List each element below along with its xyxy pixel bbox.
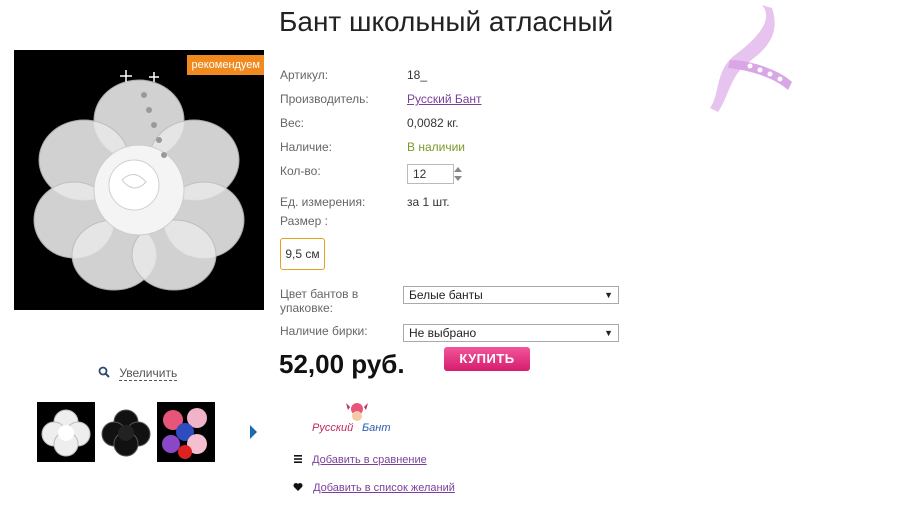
svg-text:Русский: Русский	[312, 422, 353, 434]
thumbnail-white-bow[interactable]	[37, 402, 95, 462]
zoom-link[interactable]: Увеличить	[119, 366, 178, 381]
weight-value: 0,0082 кг.	[407, 116, 459, 130]
compare-row[interactable]: Добавить в сравнение	[293, 454, 427, 466]
unit-value: за 1 шт.	[407, 195, 450, 209]
bow-color-select[interactable]: Белые банты ▼	[403, 286, 619, 304]
zoom-row[interactable]: Увеличить	[98, 366, 178, 381]
decorative-ribbon-image	[710, 5, 792, 112]
add-to-wishlist-link[interactable]: Добавить в список желаний	[313, 482, 455, 494]
stock-label: Наличие:	[280, 140, 333, 154]
russkiy-bant-logo[interactable]: Русский Бант	[310, 400, 400, 440]
maker-label: Производитель:	[280, 92, 369, 106]
quantity-input[interactable]: 12	[407, 164, 454, 184]
svg-text:Бант: Бант	[362, 422, 391, 434]
article-label: Артикул:	[280, 68, 329, 82]
magnifier-icon	[98, 366, 110, 378]
thumbnail-color-bows[interactable]	[157, 402, 215, 462]
add-to-compare-link[interactable]: Добавить в сравнение	[312, 454, 427, 466]
bow-color-label-line2: упаковке:	[280, 301, 333, 315]
tag-selected: Не выбрано	[409, 326, 477, 340]
product-title: Бант школьный атласный	[279, 6, 614, 37]
recommended-badge: рекомендуем	[187, 55, 264, 75]
heart-icon	[293, 483, 303, 491]
list-icon	[294, 455, 302, 463]
maker-link[interactable]: Русский Бант	[407, 92, 482, 106]
arrow-right-icon[interactable]	[250, 425, 257, 439]
wishlist-row[interactable]: Добавить в список желаний	[293, 482, 455, 494]
stock-status: В наличии	[407, 140, 466, 154]
white-bow-flower-image	[33, 70, 245, 291]
bow-color-label: Цвет бантов в упаковке:	[280, 287, 358, 315]
quantity-stepper-icon[interactable]	[453, 164, 463, 184]
article-value: 18_	[407, 68, 428, 82]
quantity-label: Кол-во:	[280, 164, 321, 178]
size-label: Размер :	[280, 214, 328, 228]
weight-label: Вес:	[280, 116, 305, 130]
dropdown-arrow-icon: ▼	[604, 290, 613, 300]
buy-button[interactable]: КУПИТЬ	[444, 347, 530, 371]
product-price: 52,00 руб.	[279, 349, 405, 379]
product-main-image[interactable]: рекомендуем	[14, 50, 264, 310]
bow-color-label-line1: Цвет бантов в	[280, 287, 359, 301]
tag-label: Наличие бирки:	[280, 324, 368, 338]
dropdown-arrow-icon: ▼	[604, 328, 613, 338]
unit-label: Ед. измерения:	[280, 195, 366, 209]
size-option-button[interactable]: 9,5 см	[280, 238, 325, 270]
bow-color-selected: Белые банты	[409, 288, 483, 302]
thumbnail-black-bow[interactable]	[97, 402, 155, 462]
tag-select[interactable]: Не выбрано ▼	[403, 324, 619, 342]
